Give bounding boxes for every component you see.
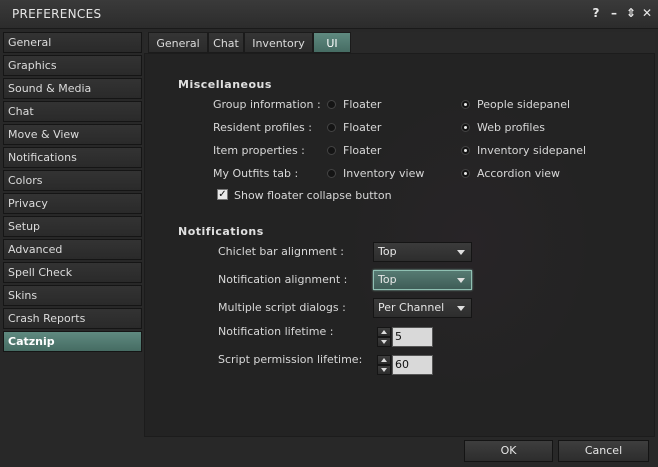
- spin-down-icon[interactable]: [377, 337, 391, 347]
- notifications-heading: Notifications: [178, 225, 264, 238]
- item-properties-sidepanel-label[interactable]: Inventory sidepanel: [477, 144, 586, 157]
- tab-ui[interactable]: UI: [313, 32, 351, 53]
- resident-profiles-floater-radio[interactable]: [327, 123, 336, 132]
- show-floater-collapse-checkbox[interactable]: ✓: [217, 189, 228, 200]
- chiclet-bar-alignment-value: Top: [378, 245, 397, 258]
- sidebar-item-catznip[interactable]: Catznip: [3, 331, 142, 352]
- notification-lifetime-field[interactable]: 5: [392, 327, 433, 347]
- resident-profiles-label: Resident profiles :: [213, 121, 312, 134]
- group-information-sidepanel-radio[interactable]: [461, 100, 470, 109]
- chevron-down-icon: [457, 278, 465, 283]
- close-icon[interactable]: ✕: [640, 5, 654, 21]
- group-information-label: Group information :: [213, 98, 321, 111]
- item-properties-floater-label[interactable]: Floater: [343, 144, 381, 157]
- multiple-script-dialogs-label: Multiple script dialogs :: [218, 301, 346, 314]
- sidebar-item-graphics[interactable]: Graphics: [3, 55, 142, 76]
- ok-button[interactable]: OK: [464, 440, 553, 462]
- resize-icon[interactable]: ⇕: [624, 5, 638, 21]
- show-floater-collapse-label[interactable]: Show floater collapse button: [234, 189, 392, 202]
- notification-lifetime-spinner[interactable]: [377, 327, 391, 347]
- sidebar-item-chat[interactable]: Chat: [3, 101, 142, 122]
- sidebar-item-sound-media[interactable]: Sound & Media: [3, 78, 142, 99]
- resident-profiles-floater-label[interactable]: Floater: [343, 121, 381, 134]
- notification-alignment-value: Top: [378, 273, 397, 286]
- my-outfits-inventory-view-label[interactable]: Inventory view: [343, 167, 424, 180]
- spin-up-icon[interactable]: [377, 327, 391, 337]
- sidebar-item-privacy[interactable]: Privacy: [3, 193, 142, 214]
- item-properties-sidepanel-radio[interactable]: [461, 146, 470, 155]
- sidebar-item-general[interactable]: General: [3, 32, 142, 53]
- resident-profiles-web-label[interactable]: Web profiles: [477, 121, 545, 134]
- chevron-down-icon: [457, 306, 465, 311]
- sidebar-item-spell-check[interactable]: Spell Check: [3, 262, 142, 283]
- script-permission-lifetime-field[interactable]: 60: [392, 355, 433, 375]
- group-information-floater-radio[interactable]: [327, 100, 336, 109]
- group-information-floater-label[interactable]: Floater: [343, 98, 381, 111]
- sidebar-item-colors[interactable]: Colors: [3, 170, 142, 191]
- sidebar-item-move-view[interactable]: Move & View: [3, 124, 142, 145]
- tab-bar: General Chat Inventory UI: [144, 32, 655, 54]
- resident-profiles-web-radio[interactable]: [461, 123, 470, 132]
- cancel-button[interactable]: Cancel: [558, 440, 649, 462]
- item-properties-label: Item properties :: [213, 144, 305, 157]
- group-information-sidepanel-label[interactable]: People sidepanel: [477, 98, 570, 111]
- sidebar-item-notifications[interactable]: Notifications: [3, 147, 142, 168]
- sidebar-item-crash-reports[interactable]: Crash Reports: [3, 308, 142, 329]
- multiple-script-dialogs-value: Per Channel: [378, 301, 445, 314]
- title-bar[interactable]: PREFERENCES ? – ⇕ ✕: [0, 0, 658, 29]
- sidebar-item-skins[interactable]: Skins: [3, 285, 142, 306]
- sidebar-item-setup[interactable]: Setup: [3, 216, 142, 237]
- misc-heading: Miscellaneous: [178, 78, 272, 91]
- tab-chat[interactable]: Chat: [208, 32, 244, 53]
- script-permission-lifetime-label: Script permission lifetime:: [218, 353, 363, 366]
- chiclet-bar-alignment-label: Chiclet bar alignment :: [218, 245, 344, 258]
- minimize-icon[interactable]: –: [607, 5, 621, 21]
- spin-down-icon[interactable]: [377, 365, 391, 375]
- notification-alignment-label: Notification alignment :: [218, 273, 348, 286]
- my-outfits-tab-label: My Outfits tab :: [213, 167, 299, 180]
- my-outfits-inventory-view-radio[interactable]: [327, 169, 336, 178]
- spin-up-icon[interactable]: [377, 355, 391, 365]
- script-permission-lifetime-spinner[interactable]: [377, 355, 391, 375]
- tab-inventory[interactable]: Inventory: [244, 32, 313, 53]
- chevron-down-icon: [457, 250, 465, 255]
- my-outfits-accordion-view-radio[interactable]: [461, 169, 470, 178]
- window-title: PREFERENCES: [12, 7, 102, 21]
- preferences-sidebar: General Graphics Sound & Media Chat Move…: [3, 32, 142, 354]
- item-properties-floater-radio[interactable]: [327, 146, 336, 155]
- tab-general[interactable]: General: [148, 32, 208, 53]
- notification-alignment-dropdown[interactable]: Top: [373, 270, 472, 290]
- help-icon[interactable]: ?: [589, 5, 603, 21]
- chiclet-bar-alignment-dropdown[interactable]: Top: [373, 242, 472, 262]
- my-outfits-accordion-view-label[interactable]: Accordion view: [477, 167, 560, 180]
- sidebar-item-advanced[interactable]: Advanced: [3, 239, 142, 260]
- notification-lifetime-label: Notification lifetime :: [218, 325, 334, 338]
- multiple-script-dialogs-dropdown[interactable]: Per Channel: [373, 298, 472, 318]
- preferences-window: PREFERENCES ? – ⇕ ✕ General Graphics Sou…: [0, 0, 658, 467]
